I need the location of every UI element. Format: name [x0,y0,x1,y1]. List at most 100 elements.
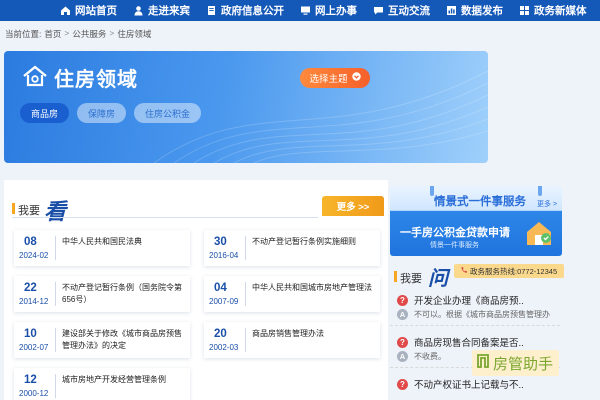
watermark-logo-icon [476,353,490,373]
service-more-link[interactable]: 更多 > [537,199,557,209]
chat-icon [373,5,384,16]
person-icon [133,5,144,16]
nav-home[interactable]: 网站首页 [0,0,125,21]
law-date: 2000-12 [19,389,49,398]
document-icon [206,5,217,16]
law-card[interactable]: 20 2002-03 商品房销售管理办法 [204,322,380,358]
chevron-down-icon [351,72,361,84]
answer-icon: A [397,309,408,320]
question-text[interactable]: 商品房现售合同备案是否.. [414,335,524,349]
question-row: ? 不动产权证书上记载与不.. [397,377,524,391]
more-button[interactable]: 更多 >> [322,196,384,216]
qa-divider [390,325,560,326]
tab-housing-fund[interactable]: 住房公积金 [134,103,202,123]
breadcrumb: 当前位置: 首页 > 公共服务 > 住房领域 [5,28,151,40]
breadcrumb-link-home[interactable]: 首页 [44,28,61,40]
law-day: 04 [214,282,227,294]
nav-label: 网站首页 [75,5,117,17]
law-date: 2002-03 [209,343,239,352]
law-card[interactable]: 04 2007-09 中华人民共和国城市房地产管理法 [204,276,380,312]
law-day: 30 [214,236,227,248]
tab-commercial-housing[interactable]: 商品房 [20,103,70,123]
house-icon [22,65,48,90]
topic-tabs: 商品房 保障房 住房公积金 [20,103,202,123]
law-date: 2014-12 [19,297,49,306]
law-title: 中华人民共和国城市房地产管理法 [252,283,372,292]
law-card[interactable]: 10 2002-07 建设部关于修改《城市商品房预售管理办法》的决定 [14,322,190,358]
card-divider [55,374,56,398]
nav-gov-info[interactable]: 政府信息公开 [198,0,292,21]
topic-banner: 住房领域 选择主题 商品房 保障房 住房公积金 [4,51,488,163]
nav-interaction[interactable]: 互动交流 [365,0,438,21]
nav-label: 走进来宾 [148,5,190,17]
law-day: 22 [24,282,37,294]
choose-topic-label: 选择主题 [309,74,348,85]
nav-online-service[interactable]: 网上办事 [292,0,365,21]
question-icon: ? [397,378,408,390]
choose-topic-button[interactable]: 选择主题 [300,68,370,88]
question-text[interactable]: 开发企业办理《商品房预.. [414,293,524,307]
law-day: 12 [24,374,37,386]
law-day: 10 [24,328,37,340]
section-calligraphy: 问 [428,266,448,290]
law-card[interactable]: 12 2000-12 城市房地产开发经营管理条例 [14,368,190,400]
question-row: ? 商品房现售合同备案是否.. [397,335,524,349]
law-title: 不动产登记暂行条例（国务院令第656号） [62,283,182,304]
top-nav: 网站首页 走进来宾 政府信息公开 网上办事 互动交流 数据发布 政务新媒体 [0,0,600,21]
house-illustration-icon [524,218,554,251]
card-divider [245,282,246,306]
law-day: 08 [24,236,37,248]
banner-title-group: 住房领域 [22,63,138,92]
nav-label: 网上办事 [315,5,357,17]
watermark: 房管助手 [472,350,560,376]
scenario-service-banner[interactable]: 情景式一件事服务 更多 > 一手房公积金贷款申请 情景一件事服务 [390,186,562,256]
law-date: 2024-02 [19,251,49,260]
phone-icon [460,266,468,276]
answer-row: A 不可以。根据《城市商品房预售管理办 [397,309,550,320]
section-label: 我要 [400,273,422,285]
question-text[interactable]: 不动产权证书上记载与不.. [414,377,524,391]
question-row: ? 开发企业办理《商品房预.. [397,293,524,307]
card-divider [55,282,56,306]
hotline-text: 政务服务热线:0772-12345 [470,266,558,276]
look-section-header: 我要 看 更多 >> [4,180,388,225]
law-card[interactable]: 22 2014-12 不动产登记暂行条例（国务院令第656号） [14,276,190,312]
law-title: 中华人民共和国民法典 [62,237,142,246]
answer-text: 不收费。 [414,352,446,361]
service-main-text: 一手房公积金贷款申请 [400,227,510,239]
nav-label: 政务新媒体 [534,5,587,17]
law-card[interactable]: 30 2016-04 不动产登记暂行条例实施细则 [204,230,380,266]
section-label: 我要 [18,205,40,217]
breadcrumb-link-public-service[interactable]: 公共服务 [72,28,106,40]
watermark-text: 房管助手 [493,355,554,373]
hotline-badge: 政务服务热线:0772-12345 [454,264,564,278]
service-sub-text: 情景一件事服务 [430,242,479,249]
card-divider [55,236,56,260]
law-day: 20 [214,328,227,340]
binder-ring [538,186,542,196]
law-date: 2016-04 [209,251,239,260]
answer-text: 不可以。根据《城市商品房预售管理办 [414,310,550,319]
section-divider [12,217,318,218]
law-title: 不动产登记暂行条例实施细则 [252,237,356,246]
section-calligraphy: 看 [44,199,67,225]
grid-icon [519,5,530,16]
nav-new-media[interactable]: 政务新媒体 [511,0,595,21]
law-title: 建设部关于修改《城市商品房预售管理办法》的决定 [62,329,182,350]
computer-icon [300,5,311,16]
breadcrumb-current: 住房领域 [117,29,152,39]
law-date: 2002-07 [19,343,49,352]
law-date: 2007-09 [209,297,239,306]
look-panel: 我要 看 更多 >> 08 2024-02 中华人民共和国民法典 30 2016… [4,180,388,400]
nav-label: 互动交流 [388,5,430,17]
tab-affordable-housing[interactable]: 保障房 [77,103,127,123]
question-icon: ? [397,294,408,306]
law-card[interactable]: 08 2024-02 中华人民共和国民法典 [14,230,190,266]
nav-label: 政府信息公开 [221,5,284,17]
card-divider [55,328,56,352]
service-title: 情景式一件事服务 [434,196,526,208]
nav-about[interactable]: 走进来宾 [125,0,198,21]
nav-data-release[interactable]: 数据发布 [438,0,511,21]
home-icon [60,5,71,16]
bar-chart-icon [446,5,457,16]
